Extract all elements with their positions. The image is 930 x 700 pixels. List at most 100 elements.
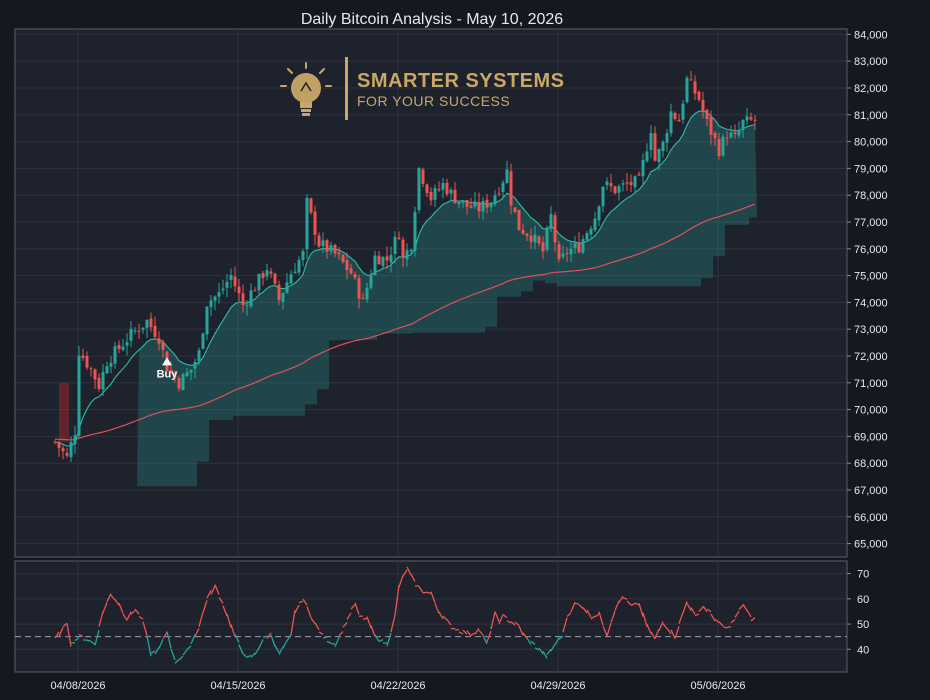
buy-label: Buy: [157, 368, 179, 380]
price-tick-label: 65,000: [854, 539, 888, 551]
candle-body: [397, 237, 401, 240]
candle-body: [201, 333, 205, 349]
logo-tagline: FOR YOUR SUCCESS: [357, 93, 510, 109]
candle-body: [349, 268, 353, 274]
candle-body: [97, 377, 101, 389]
candle-body: [573, 243, 577, 248]
candle-body: [289, 274, 293, 284]
candle-body: [601, 186, 605, 207]
candle-body: [741, 120, 745, 130]
candle-body: [133, 330, 137, 332]
candle: [309, 197, 313, 215]
candle-body: [285, 282, 289, 293]
logo-brand: SMARTER SYSTEMS: [357, 70, 565, 92]
candle-body: [325, 240, 329, 252]
candle: [517, 209, 521, 231]
candle-body: [189, 369, 193, 373]
candle-body: [725, 137, 729, 139]
price-tick-label: 79,000: [854, 163, 888, 175]
candle-body: [145, 319, 149, 328]
candle-body: [453, 189, 457, 204]
candle-body: [713, 133, 717, 139]
candle-body: [417, 167, 421, 211]
candle-body: [361, 298, 365, 300]
date-tick-label: 04/22/2026: [370, 680, 425, 692]
candle-body: [521, 229, 525, 234]
candle-body: [149, 318, 153, 328]
date-tick-label: 05/06/2026: [690, 680, 745, 692]
candle-body: [477, 201, 481, 212]
candle-body: [373, 255, 377, 275]
candle-body: [225, 281, 229, 288]
candle-body: [85, 356, 89, 368]
candle-body: [733, 132, 737, 135]
indicator-segment: [330, 642, 336, 645]
candle-body: [485, 199, 489, 208]
candle-body: [293, 271, 297, 274]
candle-body: [313, 211, 317, 235]
candle-body: [701, 99, 705, 111]
candle-body: [481, 200, 485, 212]
candle-body: [161, 342, 165, 350]
candle-body: [125, 342, 129, 346]
candle-body: [645, 151, 649, 162]
candle-body: [721, 136, 725, 156]
candle-body: [137, 330, 141, 332]
candle-body: [141, 327, 145, 330]
candle-body: [217, 292, 221, 297]
chart-title: Daily Bitcoin Analysis - May 10, 2026: [301, 11, 563, 28]
price-tick-label: 77,000: [854, 217, 888, 229]
price-tick-label: 66,000: [854, 512, 888, 524]
price-tick-label: 70,000: [854, 405, 888, 417]
candle-body: [649, 133, 653, 151]
candle-body: [353, 274, 357, 278]
candle-body: [193, 361, 197, 369]
candle-body: [93, 369, 97, 380]
candle-body: [377, 255, 381, 265]
candle-body: [577, 242, 581, 253]
bearish-zone: [59, 382, 69, 442]
candle-body: [213, 296, 217, 301]
candle: [181, 372, 185, 391]
candle-body: [197, 350, 201, 362]
candle-body: [689, 79, 693, 81]
candle-body: [729, 132, 733, 138]
candle-body: [61, 448, 65, 452]
indicator-segment: [86, 639, 92, 642]
price-tick-label: 75,000: [854, 271, 888, 283]
candle-body: [553, 215, 557, 243]
candle-body: [517, 209, 521, 231]
candle-body: [425, 184, 429, 194]
candle-body: [537, 236, 541, 244]
bitcoin-chart: Daily Bitcoin Analysis - May 10, 2026 Bu…: [0, 0, 930, 700]
candle: [305, 194, 309, 259]
candle-body: [641, 160, 645, 177]
candle-body: [493, 195, 497, 205]
price-tick-label: 69,000: [854, 431, 888, 443]
candle-body: [753, 119, 757, 121]
candle-body: [117, 344, 121, 349]
candle-body: [105, 366, 109, 374]
candle-body: [233, 276, 237, 287]
candle-body: [673, 112, 677, 119]
price-tick-label: 67,000: [854, 485, 888, 497]
candle: [721, 133, 725, 158]
candle-body: [89, 368, 93, 370]
candle-body: [569, 248, 573, 255]
ind-tick-label: 40: [857, 644, 869, 656]
candle-body: [237, 286, 241, 294]
candle: [417, 167, 421, 214]
candle-body: [693, 81, 697, 94]
indicator-segment: [322, 636, 328, 639]
candle: [201, 332, 205, 350]
candle-body: [593, 218, 597, 231]
candle-body: [525, 233, 529, 236]
candle-body: [609, 183, 613, 187]
candle-body: [561, 253, 565, 257]
candle: [273, 272, 277, 286]
candle-body: [261, 273, 265, 279]
ind-tick-label: 50: [857, 619, 869, 631]
candle-body: [709, 117, 713, 135]
candle-body: [229, 274, 233, 280]
candle-body: [341, 254, 345, 263]
